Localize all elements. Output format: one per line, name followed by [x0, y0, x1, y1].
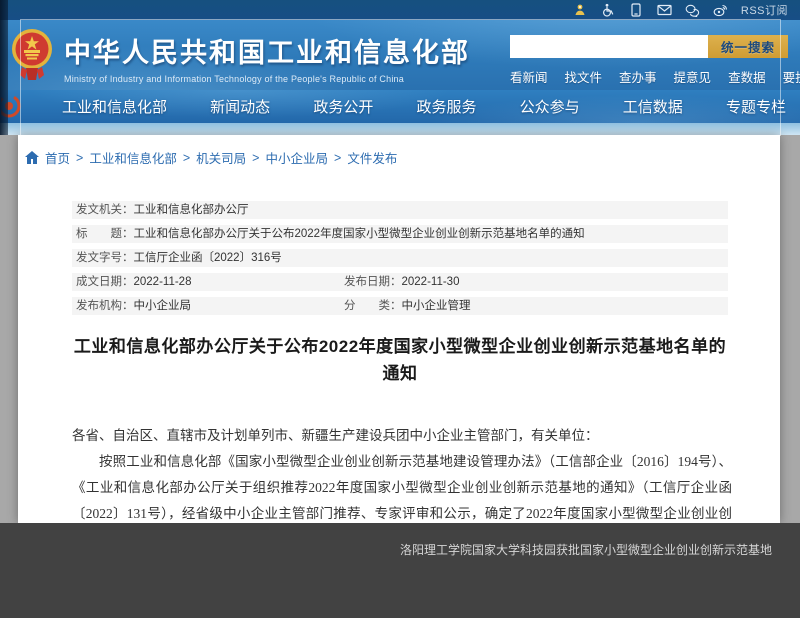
meta-label: 发布机构： [76, 297, 134, 315]
mobile-icon[interactable] [629, 3, 644, 17]
image-caption: 洛阳理工学院国家大学科技园获批国家小型微型企业创业创新示范基地 [400, 541, 772, 558]
site-subtitle-en: Ministry of Industry and Information Tec… [64, 74, 470, 84]
meta-label: 发文字号： [76, 249, 134, 267]
breadcrumb: 首页 > 工业和信息化部 > 机关司局 > 中小企业局 > 文件发布 [25, 148, 397, 167]
search-button[interactable]: 统一搜索 [708, 35, 788, 58]
breadcrumb-sme-bureau[interactable]: 中小企业局 [265, 148, 328, 167]
site-header-zone: RSS订阅 中华人民共和国工业和信息化部 Ministry of In [0, 0, 800, 135]
document-paragraph: 各省、自治区、直辖市及计划单列市、新疆生产建设兵团中小企业主管部门，有关单位： [72, 423, 732, 449]
quick-link-feedback[interactable]: 提意见 [674, 67, 712, 86]
meta-label: 成文日期： [76, 273, 134, 291]
meta-label: 标 题： [76, 225, 134, 243]
meta-value: 中小企业管理 [402, 297, 471, 315]
meta-label: 分 类： [344, 297, 402, 315]
breadcrumb-home[interactable]: 首页 [45, 148, 70, 167]
screenshot-frame: RSS订阅 中华人民共和国工业和信息化部 Ministry of In [0, 0, 800, 618]
nav-item-mit-data[interactable]: 工信数据 [623, 96, 683, 117]
utility-topbar: RSS订阅 [0, 0, 800, 20]
breadcrumb-miit[interactable]: 工业和信息化部 [89, 148, 177, 167]
nav-bottom-strip [0, 123, 800, 135]
quick-link-data[interactable]: 查数据 [728, 67, 766, 86]
quick-link-services[interactable]: 查办事 [619, 67, 657, 86]
left-edge-shade [0, 0, 8, 135]
site-title-block: 中华人民共和国工业和信息化部 Ministry of Industry and … [64, 31, 470, 84]
breadcrumb-separator: > [76, 151, 83, 165]
meta-value: 工业和信息化部办公厅 [134, 201, 249, 219]
document-page: 首页 > 工业和信息化部 > 机关司局 > 中小企业局 > 文件发布 发文机关：… [18, 135, 780, 523]
breadcrumb-document-release[interactable]: 文件发布 [347, 148, 397, 167]
wechat-icon[interactable] [685, 3, 700, 17]
rss-subscribe-link[interactable]: RSS订阅 [741, 2, 788, 18]
mail-icon[interactable] [657, 3, 672, 17]
meta-row-title: 标 题： 工业和信息化部办公厅关于公布2022年度国家小型微型企业创业创新示范基… [72, 225, 728, 243]
meta-value: 中小企业局 [134, 297, 192, 315]
content-zone: 首页 > 工业和信息化部 > 机关司局 > 中小企业局 > 文件发布 发文机关：… [0, 135, 800, 523]
accessibility-icon[interactable] [601, 3, 616, 17]
nav-item-gov-disclosure[interactable]: 政务公开 [313, 96, 373, 117]
meta-row-document-number: 发文字号： 工信厅企业函〔2022〕316号 [72, 249, 728, 267]
nav-item-special-topics[interactable]: 专题专栏 [726, 96, 786, 117]
care-mode-icon[interactable] [573, 3, 588, 17]
nav-item-news[interactable]: 新闻动态 [210, 96, 270, 117]
breadcrumb-separator: > [183, 151, 190, 165]
breadcrumb-separator: > [334, 151, 341, 165]
meta-row-publisher-category: 发布机构： 中小企业局 分 类： 中小企业管理 [72, 297, 728, 315]
document-meta-table: 发文机关： 工业和信息化部办公厅 标 题： 工业和信息化部办公厅关于公布2022… [72, 201, 728, 321]
nav-item-participation[interactable]: 公众参与 [520, 96, 580, 117]
search-area: 统一搜索 看新闻 找文件 查办事 提意见 查数据 要投诉 [510, 35, 800, 86]
quick-link-complaint[interactable]: 要投诉 [783, 67, 800, 86]
breadcrumb-separator: > [252, 151, 259, 165]
quick-link-documents[interactable]: 找文件 [565, 67, 603, 86]
quick-links: 看新闻 找文件 查办事 提意见 查数据 要投诉 [510, 67, 800, 86]
meta-value: 2022-11-28 [134, 273, 192, 291]
nav-item-miit[interactable]: 工业和信息化部 [62, 96, 167, 117]
document-title: 工业和信息化部办公厅关于公布2022年度国家小型微型企业创业创新示范基地名单的通… [72, 333, 728, 387]
nav-item-gov-services[interactable]: 政务服务 [416, 96, 476, 117]
site-title: 中华人民共和国工业和信息化部 [64, 31, 470, 70]
meta-label: 发文机关： [76, 201, 134, 219]
meta-label: 发布日期： [344, 273, 402, 291]
meta-value: 2022-11-30 [402, 273, 460, 291]
search-input[interactable] [510, 35, 708, 58]
caption-band: 洛阳理工学院国家大学科技园获批国家小型微型企业创业创新示范基地 [0, 523, 800, 618]
home-icon[interactable] [25, 151, 39, 164]
national-emblem-icon [10, 27, 54, 83]
main-navigation: 工业和信息化部 新闻动态 政务公开 政务服务 公众参与 工信数据 专题专栏 [0, 90, 800, 123]
document-body: 各省、自治区、直辖市及计划单列市、新疆生产建设兵团中小企业主管部门，有关单位： … [72, 423, 732, 523]
meta-row-issuing-office: 发文机关： 工业和信息化部办公厅 [72, 201, 728, 219]
quick-link-news[interactable]: 看新闻 [510, 67, 548, 86]
weibo-icon[interactable] [713, 3, 728, 17]
meta-row-dates: 成文日期： 2022-11-28 发布日期： 2022-11-30 [72, 273, 728, 291]
meta-value: 工信厅企业函〔2022〕316号 [134, 249, 282, 267]
meta-value: 工业和信息化部办公厅关于公布2022年度国家小型微型企业创业创新示范基地名单的通… [134, 225, 585, 243]
breadcrumb-departments[interactable]: 机关司局 [196, 148, 246, 167]
site-banner: 中华人民共和国工业和信息化部 Ministry of Industry and … [0, 20, 800, 90]
document-paragraph: 按照工业和信息化部《国家小型微型企业创业创新示范基地建设管理办法》（工信部企业〔… [72, 449, 732, 523]
